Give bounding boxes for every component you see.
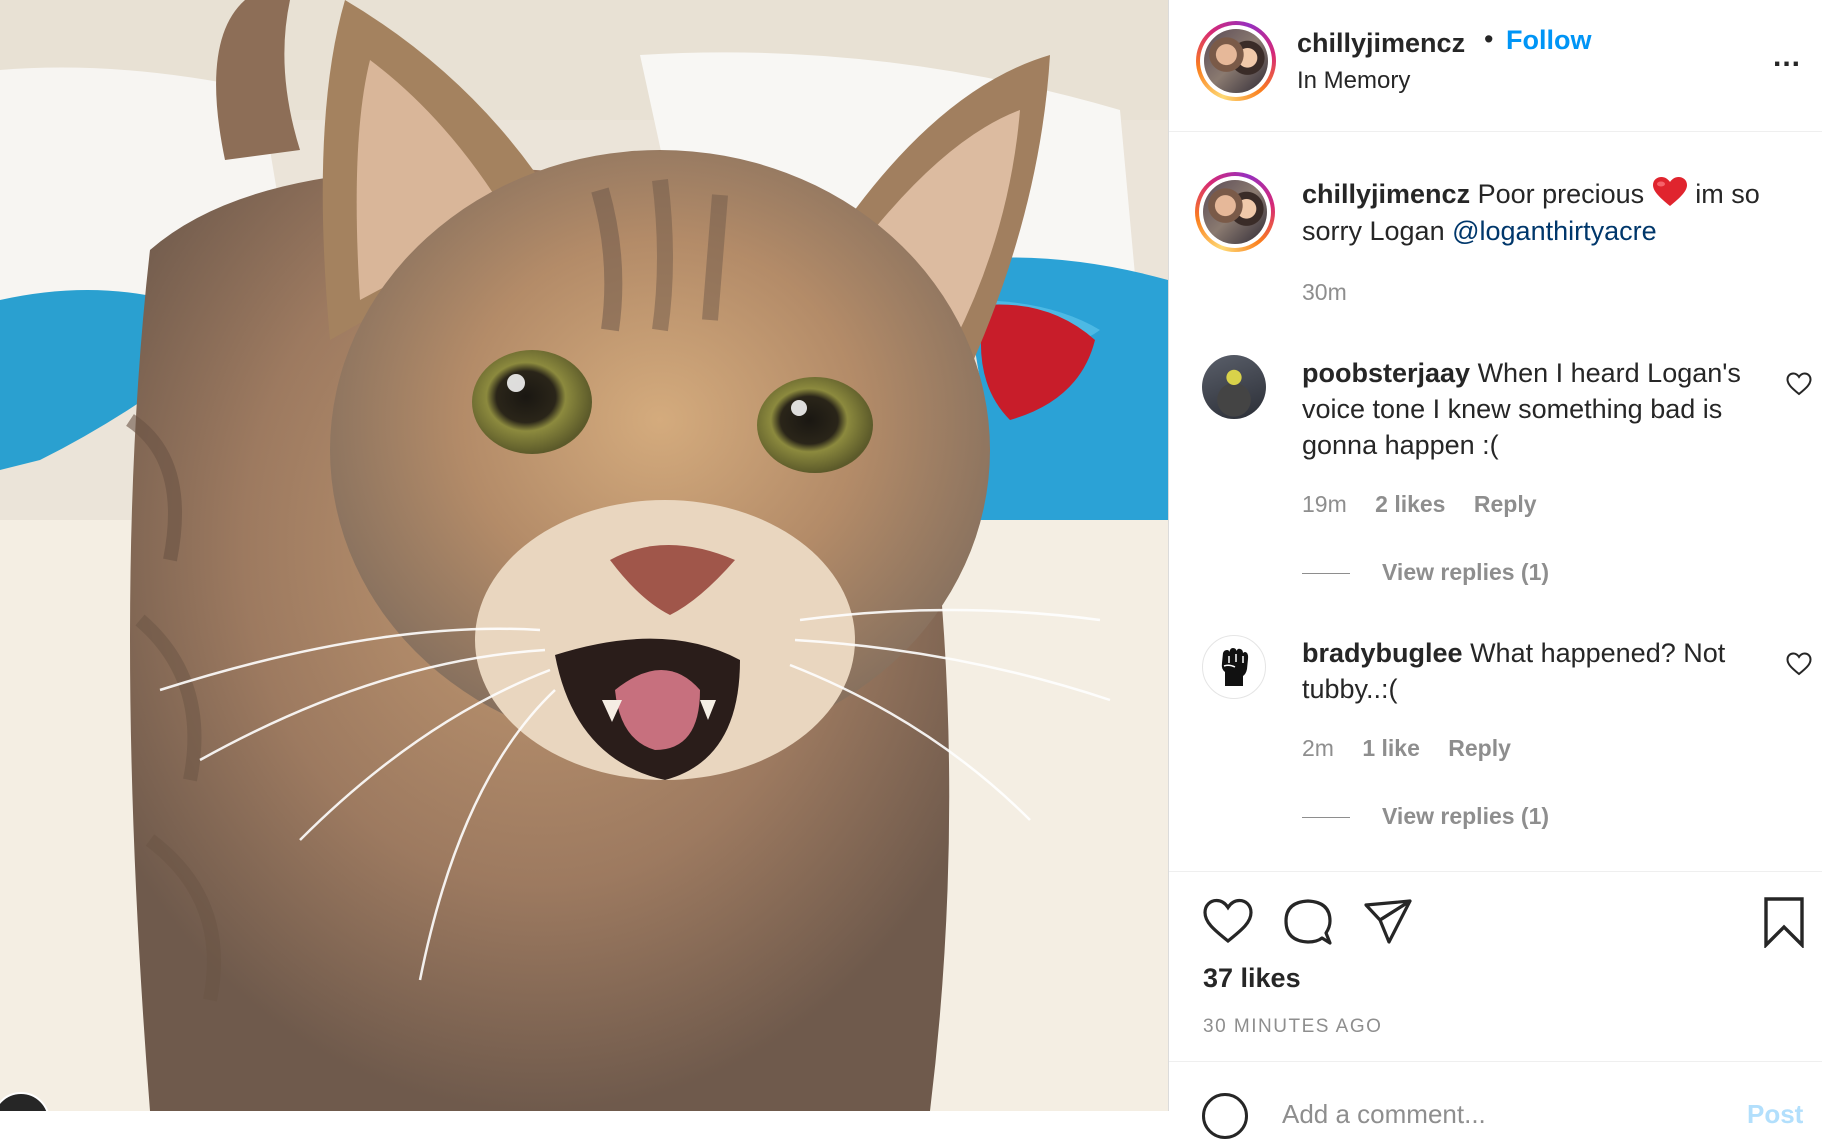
comment-heart-icon[interactable] — [1786, 372, 1812, 396]
view-replies-line — [1302, 573, 1350, 574]
comment-likes[interactable]: 2 likes — [1375, 491, 1445, 517]
comment-body: poobsterjaay When I heard Logan's voice … — [1302, 355, 1772, 463]
emoji-icon[interactable] — [1202, 1093, 1248, 1139]
author-username[interactable]: chillyjimencz — [1297, 28, 1465, 59]
comment-likes[interactable]: 1 like — [1362, 735, 1420, 761]
heart-icon[interactable] — [1202, 896, 1254, 948]
post-location[interactable]: In Memory — [1297, 67, 1410, 95]
comment-meta: 19m 2 likes Reply — [1302, 491, 1559, 518]
post-photo[interactable] — [0, 0, 1168, 1111]
header-bullet: • — [1484, 24, 1494, 54]
likes-count[interactable]: 37 likes — [1203, 963, 1301, 994]
comment-heart-icon[interactable] — [1786, 652, 1812, 676]
caption-timestamp[interactable]: 30m — [1302, 279, 1347, 306]
caption-username[interactable]: chillyjimencz — [1302, 179, 1470, 209]
post-caption: chillyjimencz Poor precious im so sorry … — [1302, 176, 1802, 250]
comment-reply-button[interactable]: Reply — [1448, 735, 1511, 761]
caption-mention-link[interactable]: @loganthirtyacre — [1452, 216, 1657, 246]
comment-reply-button[interactable]: Reply — [1474, 491, 1537, 517]
comment-username[interactable]: poobsterjaay — [1302, 358, 1470, 388]
caption-avatar[interactable] — [1195, 172, 1275, 252]
post-timestamp[interactable]: 30 MINUTES AGO — [1203, 1016, 1382, 1038]
view-replies-line — [1302, 817, 1350, 818]
more-options-button[interactable]: ... — [1773, 40, 1801, 74]
actions-divider — [1169, 871, 1822, 872]
comment-avatar[interactable] — [1202, 355, 1266, 419]
raised-fist-icon — [1221, 648, 1249, 686]
comment-icon[interactable] — [1282, 896, 1334, 948]
red-heart-emoji-icon — [1652, 177, 1687, 206]
comment-time[interactable]: 19m — [1302, 491, 1347, 517]
comment-box-divider — [1169, 1061, 1822, 1062]
comment-avatar[interactable] — [1202, 635, 1266, 699]
post-header: chillyjimencz • Follow In Memory ... — [1169, 0, 1822, 132]
follow-button[interactable]: Follow — [1506, 25, 1591, 56]
view-replies-button[interactable]: View replies (1) — [1382, 559, 1549, 586]
post-side-panel: chillyjimencz • Follow In Memory ... chi… — [1169, 0, 1822, 1139]
post-comment-button[interactable]: Post — [1747, 1099, 1803, 1130]
view-replies-button[interactable]: View replies (1) — [1382, 803, 1549, 830]
comment-body: bradybuglee What happened? Not tubby..:( — [1302, 635, 1772, 707]
bookmark-icon[interactable] — [1758, 896, 1810, 948]
add-comment-input[interactable]: Add a comment... — [1282, 1099, 1486, 1130]
caption-text-before: Poor precious — [1477, 179, 1645, 209]
comment-meta: 2m 1 like Reply — [1302, 735, 1533, 762]
share-icon[interactable] — [1362, 896, 1414, 948]
cat-photo-illustration — [0, 0, 1168, 1111]
comment-time[interactable]: 2m — [1302, 735, 1334, 761]
author-avatar[interactable] — [1196, 21, 1276, 101]
comment-username[interactable]: bradybuglee — [1302, 638, 1463, 668]
